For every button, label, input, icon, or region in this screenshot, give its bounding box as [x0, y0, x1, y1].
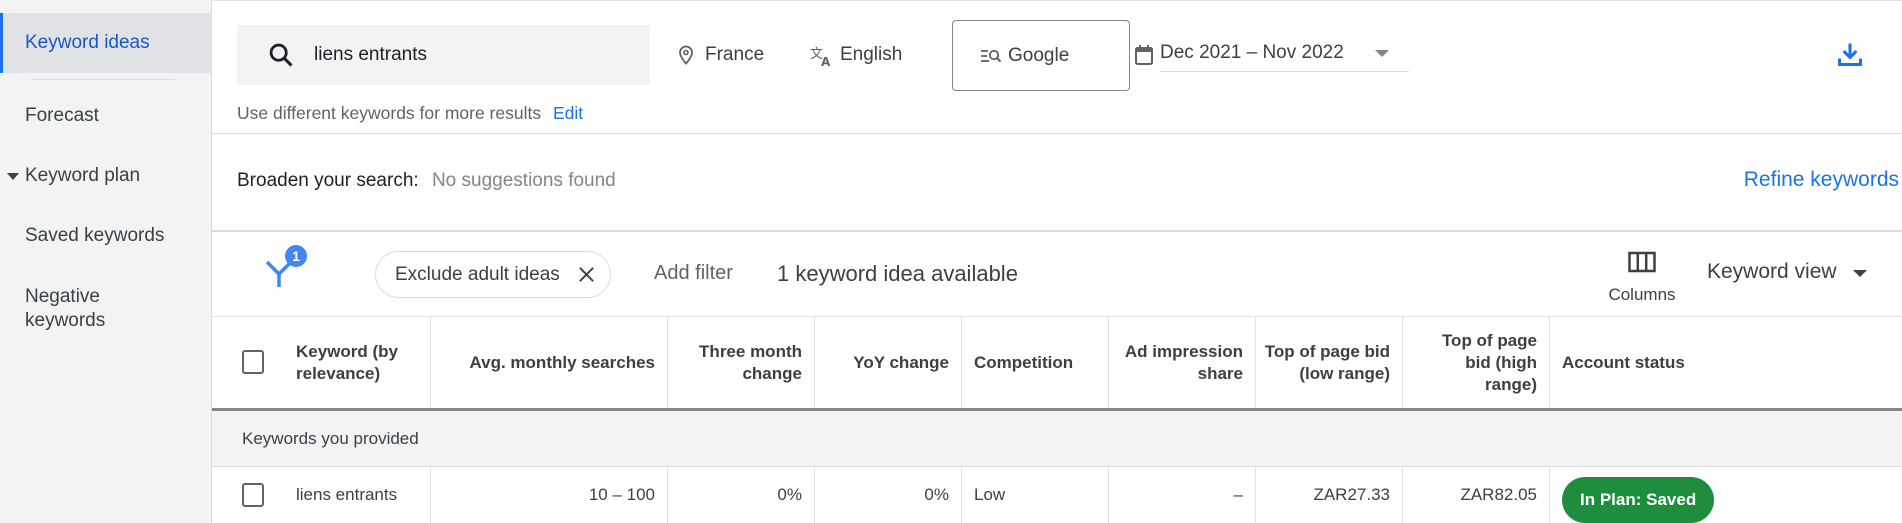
group-label: Keywords you provided	[242, 429, 419, 448]
result-count: 1 keyword idea available	[777, 261, 1018, 286]
column-label: Ad impression share	[1124, 341, 1243, 383]
filter-count-badge: 1	[285, 245, 307, 267]
column-header-keyword[interactable]: Keyword (by relevance)	[212, 317, 431, 408]
caret-down-icon	[1852, 270, 1867, 277]
cell-avg-monthly-searches: 10 – 100	[431, 467, 668, 523]
column-label: Top of page bid (low range)	[1264, 341, 1390, 383]
columns-icon	[1628, 251, 1656, 273]
language-label: English	[840, 44, 903, 65]
cell-keyword: liens entrants	[212, 467, 431, 523]
search-value: liens entrants	[314, 44, 428, 65]
column-label: Account status	[1562, 352, 1685, 372]
cell-value: 10 – 100	[588, 485, 655, 504]
column-label: Three month change	[699, 341, 802, 383]
column-label: YoY change	[853, 352, 949, 372]
translate-icon: 文 A	[810, 47, 831, 67]
sidebar-item-forecast[interactable]: Forecast	[0, 103, 211, 129]
keyword-view-label: Keyword view	[1707, 260, 1837, 283]
column-header-bid-low[interactable]: Top of page bid (low range)	[1256, 317, 1403, 408]
search-network-icon	[981, 49, 1002, 63]
cell-value: ZAR27.33	[1313, 485, 1390, 504]
cell-value: 0%	[924, 485, 949, 504]
broaden-label: Broaden your search:	[237, 170, 419, 191]
column-label: Top of page bid (high range)	[1441, 330, 1537, 394]
network-label: Google	[1008, 45, 1070, 66]
sidebar-item-saved-keywords[interactable]: Saved keywords	[0, 223, 211, 249]
column-label: Avg. monthly searches	[469, 352, 656, 372]
column-header-ad-impression-share[interactable]: Ad impression share	[1109, 317, 1256, 408]
column-label: Competition	[974, 352, 1074, 372]
filter-chip-exclude-adult[interactable]: Exclude adult ideas	[375, 251, 611, 298]
main-content: liens entrants France 文 A English Google	[212, 0, 1902, 523]
dropdown-arrow-icon	[1375, 50, 1389, 57]
calendar-icon	[1135, 45, 1153, 65]
group-row: Keywords you provided	[212, 411, 1902, 467]
cell-yoy-change: 0%	[815, 467, 962, 523]
cell-bid-high: ZAR82.05	[1403, 467, 1550, 523]
filter-chip-label: Exclude adult ideas	[395, 264, 560, 285]
column-header-account-status[interactable]: Account status	[1550, 317, 1902, 408]
cell-value: –	[1233, 485, 1243, 504]
cell-bid-low: ZAR27.33	[1256, 467, 1403, 523]
select-all-checkbox[interactable]	[242, 350, 264, 374]
cell-ad-impression-share: –	[1109, 467, 1256, 523]
sidebar: Keyword ideas Forecast Keyword plan Save…	[0, 0, 212, 523]
broaden-search: Broaden your search: No suggestions foun…	[237, 170, 616, 192]
keyword-hint: Use different keywords for more results …	[237, 103, 583, 124]
table-row[interactable]: liens entrants 10 – 100 0% 0% Low – ZAR2…	[212, 467, 1902, 523]
cell-account-status: In Plan: Saved	[1550, 467, 1902, 523]
row-checkbox[interactable]	[242, 483, 264, 507]
status-badge[interactable]: In Plan: Saved	[1562, 477, 1715, 523]
column-label: Keyword (by relevance)	[296, 341, 399, 383]
column-header-avg-monthly-searches[interactable]: Avg. monthly searches	[431, 317, 668, 408]
search-icon	[269, 43, 293, 67]
location-label: France	[705, 44, 765, 65]
edit-link[interactable]: Edit	[553, 103, 583, 123]
broaden-value: No suggestions found	[431, 170, 616, 191]
location-selector[interactable]: France	[678, 25, 764, 85]
divider	[212, 133, 1902, 134]
keyword-text: liens entrants	[296, 485, 398, 504]
refine-keywords-button[interactable]: Refine keywords	[1744, 168, 1899, 192]
column-header-bid-high[interactable]: Top of page bid (high range)	[1403, 317, 1550, 408]
caret-down-icon	[7, 173, 19, 180]
date-range-selector[interactable]: Dec 2021 – Nov 2022	[1132, 25, 1422, 85]
language-selector[interactable]: 文 A English	[810, 25, 902, 85]
column-header-three-month-change[interactable]: Three month change	[668, 317, 815, 408]
top-border	[212, 0, 1902, 1]
sidebar-item-label: Keyword ideas	[25, 32, 150, 53]
location-pin-icon	[679, 45, 693, 65]
sidebar-divider	[31, 79, 175, 80]
sidebar-item-label: Negative keywords	[25, 286, 106, 331]
sidebar-item-keyword-ideas[interactable]: Keyword ideas	[0, 13, 211, 73]
date-underline	[1160, 71, 1409, 72]
cell-value: Low	[974, 485, 1006, 504]
keyword-view-dropdown[interactable]: Keyword view	[1707, 260, 1867, 284]
download-icon[interactable]	[1836, 40, 1864, 68]
divider	[212, 230, 1902, 232]
cell-value: ZAR82.05	[1460, 485, 1537, 504]
table-header: Keyword (by relevance) Avg. monthly sear…	[212, 317, 1902, 408]
sidebar-item-keyword-plan[interactable]: Keyword plan	[0, 163, 211, 189]
cell-value: 0%	[777, 485, 802, 504]
close-icon[interactable]	[577, 265, 596, 284]
sidebar-item-label: Keyword plan	[25, 165, 141, 186]
hint-text: Use different keywords for more results	[237, 103, 542, 123]
network-selector[interactable]: Google	[952, 20, 1130, 91]
sidebar-item-label: Saved keywords	[25, 225, 165, 246]
keyword-search-input[interactable]: liens entrants	[237, 25, 650, 85]
column-header-yoy-change[interactable]: YoY change	[815, 317, 962, 408]
cell-three-month-change: 0%	[668, 467, 815, 523]
sidebar-item-label: Forecast	[25, 105, 99, 126]
cell-competition: Low	[962, 467, 1109, 523]
columns-label: Columns	[1608, 285, 1676, 304]
svg-text:A: A	[821, 55, 831, 67]
add-filter-button[interactable]: Add filter	[654, 262, 733, 285]
sidebar-item-negative-keywords[interactable]: Negative keywords	[0, 285, 150, 333]
column-header-competition[interactable]: Competition	[962, 317, 1109, 408]
columns-button[interactable]: Columns	[1592, 248, 1692, 308]
